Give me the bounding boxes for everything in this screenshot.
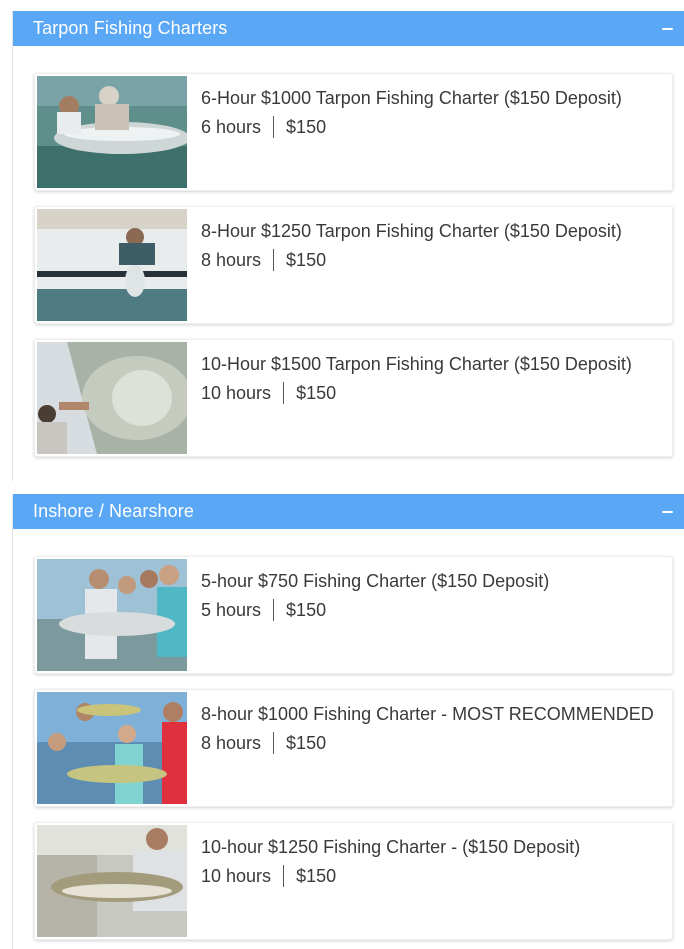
charter-title: 8-Hour $1250 Tarpon Fishing Charter ($15… bbox=[201, 221, 622, 241]
section-inshore: Inshore / Nearshore 5-hour $750 Fishing … bbox=[12, 494, 684, 949]
charter-price: $150 bbox=[286, 733, 327, 753]
charter-card[interactable]: 10-Hour $1500 Tarpon Fishing Charter ($1… bbox=[34, 339, 673, 457]
minus-icon[interactable] bbox=[659, 21, 675, 37]
minus-icon[interactable] bbox=[659, 504, 675, 520]
tarpon-boatside-photo bbox=[37, 209, 187, 321]
section-tarpon: Tarpon Fishing Charters 6-Hour $1000 Tar… bbox=[12, 11, 684, 481]
charter-card[interactable]: 5-hour $750 Fishing Charter ($150 Deposi… bbox=[34, 556, 673, 674]
divider bbox=[273, 732, 275, 754]
section-title: Inshore / Nearshore bbox=[33, 501, 194, 521]
tarpon-catch-photo bbox=[37, 76, 187, 188]
charter-card[interactable]: 6-Hour $1000 Tarpon Fishing Charter ($15… bbox=[34, 73, 673, 191]
divider bbox=[283, 865, 285, 887]
group-with-fish-photo bbox=[37, 559, 187, 671]
divider bbox=[283, 382, 285, 404]
tarpon-closeup-photo bbox=[37, 342, 187, 454]
snook-photo bbox=[37, 825, 187, 937]
charter-title: 10-Hour $1500 Tarpon Fishing Charter ($1… bbox=[201, 354, 632, 374]
divider bbox=[273, 116, 275, 138]
charter-card[interactable]: 8-Hour $1250 Tarpon Fishing Charter ($15… bbox=[34, 206, 673, 324]
charter-card[interactable]: 10-hour $1250 Fishing Charter - ($150 De… bbox=[34, 822, 673, 940]
charter-title: 10-hour $1250 Fishing Charter - ($150 De… bbox=[201, 837, 581, 857]
charter-title: 6-Hour $1000 Tarpon Fishing Charter ($15… bbox=[201, 88, 622, 108]
charter-duration: 8 hours bbox=[201, 733, 262, 753]
charter-duration: 6 hours bbox=[201, 117, 262, 137]
section-title: Tarpon Fishing Charters bbox=[33, 18, 228, 38]
charter-card[interactable]: 8-hour $1000 Fishing Charter - MOST RECO… bbox=[34, 689, 673, 807]
divider bbox=[273, 249, 275, 271]
charter-price: $150 bbox=[286, 117, 327, 137]
section-header[interactable]: Inshore / Nearshore bbox=[13, 494, 684, 529]
charter-duration: 10 hours bbox=[201, 383, 272, 403]
charter-price: $150 bbox=[286, 600, 327, 620]
charter-title: 5-hour $750 Fishing Charter ($150 Deposi… bbox=[201, 571, 550, 591]
divider bbox=[273, 599, 275, 621]
charter-price: $150 bbox=[296, 866, 337, 886]
charter-price: $150 bbox=[296, 383, 337, 403]
charter-duration: 10 hours bbox=[201, 866, 272, 886]
charter-title: 8-hour $1000 Fishing Charter - MOST RECO… bbox=[201, 704, 654, 724]
family-with-fish-photo bbox=[37, 692, 187, 804]
page: Tarpon Fishing Charters 6-Hour $1000 Tar… bbox=[0, 0, 684, 949]
charter-duration: 8 hours bbox=[201, 250, 262, 270]
charter-duration: 5 hours bbox=[201, 600, 262, 620]
charter-price: $150 bbox=[286, 250, 327, 270]
section-header[interactable]: Tarpon Fishing Charters bbox=[13, 11, 684, 46]
